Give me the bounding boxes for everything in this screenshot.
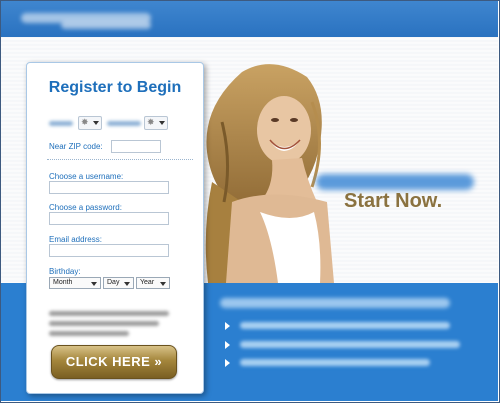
gender-select[interactable]: ✸ [78,116,102,130]
star-icon: ✸ [147,117,155,127]
start-now-tagline: Start Now. [344,190,443,212]
chevron-down-icon [93,121,99,125]
registration-form: Register to Begin ✸ ✸ Near ZIP code: Cho… [26,62,204,394]
username-label: Choose a username: [49,172,124,181]
divider [47,159,193,160]
password-input[interactable] [49,212,169,225]
blurred-promo-banner [316,174,474,190]
blurred-feature-text [240,359,430,366]
click-here-button[interactable]: CLICK HERE » [51,345,177,379]
email-label: Email address: [49,235,102,244]
blurred-terms-text [49,321,159,326]
blurred-terms-text [49,311,169,316]
birthday-month-select[interactable]: Month [49,277,101,289]
chevron-down-icon [159,121,165,125]
day-value: Day [107,279,120,286]
zip-input[interactable] [111,140,161,153]
blurred-feature-text [240,341,460,348]
chevron-down-icon [124,282,130,286]
seeking-select[interactable]: ✸ [144,116,168,130]
chevron-down-icon [91,282,97,286]
star-icon: ✸ [81,117,89,127]
password-label: Choose a password: [49,203,122,212]
birthday-label: Birthday: [49,267,81,276]
email-input[interactable] [49,244,169,257]
birthday-year-select[interactable]: Year [136,277,170,289]
birthday-day-select[interactable]: Day [103,277,134,289]
blurred-label [107,121,141,126]
cloud-decoration [61,21,151,29]
form-title: Register to Begin [48,79,182,96]
hero-photo [205,64,334,283]
blurred-label [49,121,73,126]
blurred-band-heading [220,298,450,308]
blurred-feature-text [240,322,450,329]
bullet-icon [225,341,230,349]
top-banner [1,1,498,37]
bullet-icon [225,322,230,330]
month-value: Month [53,279,73,286]
chevron-down-icon [160,282,166,286]
year-value: Year [140,279,155,286]
bullet-icon [225,359,230,367]
blurred-terms-text [49,331,129,336]
zip-label: Near ZIP code: [49,142,103,151]
username-input[interactable] [49,181,169,194]
